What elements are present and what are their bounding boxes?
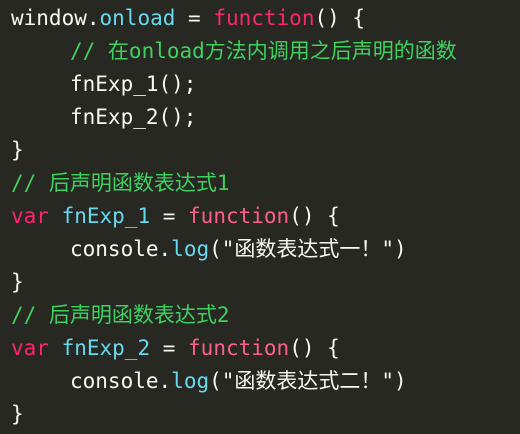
token-comment: // 在onload方法内调用之后声明的函数: [70, 39, 457, 63]
token-keyword: function: [213, 6, 315, 30]
token-object: console: [70, 237, 159, 261]
token-punctuation: () {: [289, 204, 340, 228]
token-call: fnExp_2: [70, 105, 159, 129]
token-method: log: [171, 237, 210, 261]
token-dot: .: [158, 369, 172, 393]
token-method: log: [171, 369, 210, 393]
code-line-1: window.onload = function() {: [0, 2, 520, 35]
token-property: onload: [99, 6, 176, 30]
code-line-9: }: [0, 266, 520, 299]
token-variable: fnExp_2: [48, 336, 151, 360]
token-object: console: [70, 369, 159, 393]
token-string: ("函数表达式二！"): [209, 369, 407, 393]
token-punctuation: ();: [158, 105, 197, 129]
token-keyword: var: [11, 336, 49, 360]
token-brace: }: [11, 270, 24, 294]
code-line-2: // 在onload方法内调用之后声明的函数: [0, 35, 520, 68]
token-dot: .: [86, 6, 100, 30]
token-call: fnExp_1: [70, 72, 159, 96]
token-keyword: function: [188, 204, 290, 228]
token-operator: =: [150, 336, 189, 360]
token-comment: // 后声明函数表达式1: [11, 171, 230, 195]
token-punctuation: ();: [158, 72, 197, 96]
token-keyword: function: [188, 336, 290, 360]
code-line-8: console.log("函数表达式一！"): [0, 233, 520, 266]
token-object: window: [11, 6, 87, 30]
token-brace: }: [11, 138, 24, 162]
code-line-4: fnExp_2();: [0, 101, 520, 134]
code-line-3: fnExp_1();: [0, 68, 520, 101]
code-line-13: }: [0, 398, 520, 431]
code-line-7: var fnExp_1 = function() {: [0, 200, 520, 233]
token-variable: fnExp_1: [48, 204, 151, 228]
token-punctuation: () {: [289, 336, 340, 360]
code-line-5: }: [0, 134, 520, 167]
token-keyword: var: [11, 204, 49, 228]
token-string: ("函数表达式一！"): [209, 237, 407, 261]
code-line-11: var fnExp_2 = function() {: [0, 332, 520, 365]
token-brace: }: [11, 402, 24, 426]
token-operator: =: [175, 6, 214, 30]
token-dot: .: [158, 237, 172, 261]
token-punctuation: () {: [314, 6, 366, 30]
code-line-12: console.log("函数表达式二！"): [0, 365, 520, 398]
code-line-6: // 后声明函数表达式1: [0, 167, 520, 200]
code-line-10: // 后声明函数表达式2: [0, 299, 520, 332]
token-comment: // 后声明函数表达式2: [11, 303, 230, 327]
code-editor[interactable]: window.onload = function() { // 在onload方…: [0, 0, 520, 434]
token-operator: =: [150, 204, 189, 228]
